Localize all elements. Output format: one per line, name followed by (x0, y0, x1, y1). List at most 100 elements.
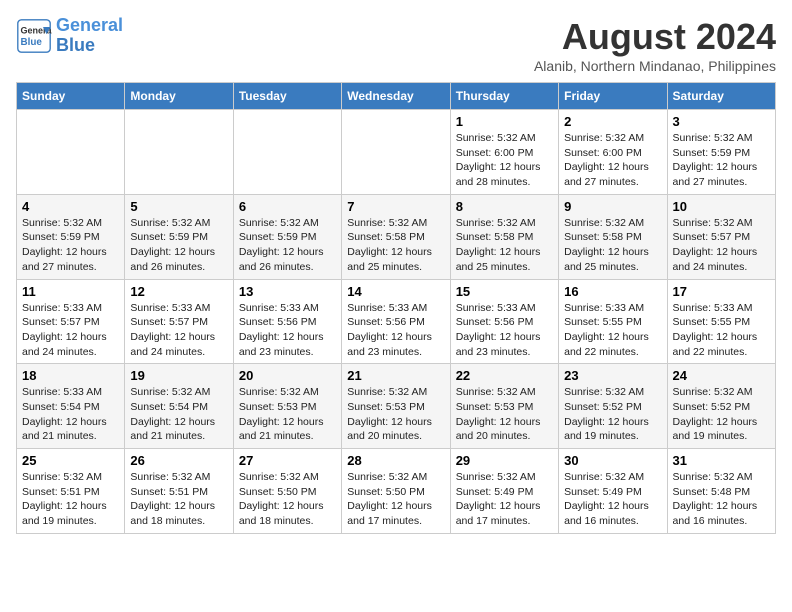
calendar-cell: 1Sunrise: 5:32 AM Sunset: 6:00 PM Daylig… (450, 110, 558, 195)
day-info: Sunrise: 5:32 AM Sunset: 5:53 PM Dayligh… (456, 385, 553, 444)
col-header-saturday: Saturday (667, 83, 775, 110)
calendar-cell: 3Sunrise: 5:32 AM Sunset: 5:59 PM Daylig… (667, 110, 775, 195)
calendar-cell: 7Sunrise: 5:32 AM Sunset: 5:58 PM Daylig… (342, 194, 450, 279)
page-header: General Blue General Blue August 2024 Al… (16, 16, 776, 74)
day-number: 25 (22, 453, 119, 468)
calendar-cell: 22 Sunrise: 5:32 AM Sunset: 5:53 PM Dayli… (450, 364, 558, 449)
day-number: 17 (673, 284, 770, 299)
day-info: Sunrise: 5:32 AM Sunset: 5:53 PM Dayligh… (347, 385, 444, 444)
calendar-cell: 8Sunrise: 5:32 AM Sunset: 5:58 PM Daylig… (450, 194, 558, 279)
day-number: 27 (239, 453, 336, 468)
day-info: Sunrise: 5:32 AM Sunset: 6:00 PM Dayligh… (564, 131, 661, 190)
day-info: Sunrise: 5:32 AM Sunset: 5:57 PM Dayligh… (673, 216, 770, 275)
day-number: 2 (564, 114, 661, 129)
calendar-cell: 9 Sunrise: 5:32 AM Sunset: 5:58 PM Daylig… (559, 194, 667, 279)
day-number: 7 (347, 199, 444, 214)
day-info: Sunrise: 5:32 AM Sunset: 5:51 PM Dayligh… (22, 470, 119, 529)
calendar-cell: 16 Sunrise: 5:33 AM Sunset: 5:55 PM Dayli… (559, 279, 667, 364)
calendar-cell: 17 Sunrise: 5:33 AM Sunset: 5:55 PM Dayli… (667, 279, 775, 364)
day-number: 11 (22, 284, 119, 299)
day-number: 12 (130, 284, 227, 299)
day-info: Sunrise: 5:33 AM Sunset: 5:57 PM Dayligh… (22, 301, 119, 360)
week-row-3: 11 Sunrise: 5:33 AM Sunset: 5:57 PM Dayli… (17, 279, 776, 364)
day-info: Sunrise: 5:32 AM Sunset: 5:51 PM Dayligh… (130, 470, 227, 529)
calendar-cell: 6Sunrise: 5:32 AM Sunset: 5:59 PM Daylig… (233, 194, 341, 279)
col-header-friday: Friday (559, 83, 667, 110)
day-number: 16 (564, 284, 661, 299)
day-info: Sunrise: 5:33 AM Sunset: 5:56 PM Dayligh… (347, 301, 444, 360)
day-info: Sunrise: 5:32 AM Sunset: 5:54 PM Dayligh… (130, 385, 227, 444)
logo-text: General Blue (56, 16, 123, 56)
day-number: 20 (239, 368, 336, 383)
day-info: Sunrise: 5:33 AM Sunset: 5:55 PM Dayligh… (673, 301, 770, 360)
calendar-cell: 24 Sunrise: 5:32 AM Sunset: 5:52 PM Dayli… (667, 364, 775, 449)
day-number: 22 (456, 368, 553, 383)
calendar-cell: 20 Sunrise: 5:32 AM Sunset: 5:53 PM Dayli… (233, 364, 341, 449)
calendar-cell: 27 Sunrise: 5:32 AM Sunset: 5:50 PM Dayli… (233, 449, 341, 534)
calendar-cell: 28 Sunrise: 5:32 AM Sunset: 5:50 PM Dayli… (342, 449, 450, 534)
day-number: 5 (130, 199, 227, 214)
day-info: Sunrise: 5:32 AM Sunset: 5:59 PM Dayligh… (673, 131, 770, 190)
col-header-thursday: Thursday (450, 83, 558, 110)
logo-icon: General Blue (16, 18, 52, 54)
calendar-cell (342, 110, 450, 195)
day-info: Sunrise: 5:33 AM Sunset: 5:55 PM Dayligh… (564, 301, 661, 360)
day-number: 31 (673, 453, 770, 468)
day-info: Sunrise: 5:33 AM Sunset: 5:57 PM Dayligh… (130, 301, 227, 360)
day-info: Sunrise: 5:32 AM Sunset: 5:50 PM Dayligh… (347, 470, 444, 529)
calendar-cell: 30 Sunrise: 5:32 AM Sunset: 5:49 PM Dayli… (559, 449, 667, 534)
day-info: Sunrise: 5:32 AM Sunset: 5:52 PM Dayligh… (673, 385, 770, 444)
day-number: 9 (564, 199, 661, 214)
week-row-5: 25 Sunrise: 5:32 AM Sunset: 5:51 PM Dayli… (17, 449, 776, 534)
day-number: 28 (347, 453, 444, 468)
day-number: 4 (22, 199, 119, 214)
subtitle: Alanib, Northern Mindanao, Philippines (534, 58, 776, 74)
day-info: Sunrise: 5:32 AM Sunset: 5:58 PM Dayligh… (564, 216, 661, 275)
calendar-cell (125, 110, 233, 195)
calendar-cell (233, 110, 341, 195)
day-info: Sunrise: 5:32 AM Sunset: 5:48 PM Dayligh… (673, 470, 770, 529)
title-block: August 2024 Alanib, Northern Mindanao, P… (534, 16, 776, 74)
calendar-cell: 12 Sunrise: 5:33 AM Sunset: 5:57 PM Dayli… (125, 279, 233, 364)
calendar-cell: 21 Sunrise: 5:32 AM Sunset: 5:53 PM Dayli… (342, 364, 450, 449)
calendar-cell: 4Sunrise: 5:32 AM Sunset: 5:59 PM Daylig… (17, 194, 125, 279)
col-header-tuesday: Tuesday (233, 83, 341, 110)
day-number: 14 (347, 284, 444, 299)
calendar-cell: 13Sunrise: 5:33 AM Sunset: 5:56 PM Dayli… (233, 279, 341, 364)
day-info: Sunrise: 5:32 AM Sunset: 5:59 PM Dayligh… (239, 216, 336, 275)
day-number: 30 (564, 453, 661, 468)
week-row-2: 4 Sunrise: 5:32 AM Sunset: 5:59 PM Daylig… (17, 194, 776, 279)
day-info: Sunrise: 5:32 AM Sunset: 5:49 PM Dayligh… (564, 470, 661, 529)
day-info: Sunrise: 5:32 AM Sunset: 5:59 PM Dayligh… (130, 216, 227, 275)
col-header-wednesday: Wednesday (342, 83, 450, 110)
col-header-sunday: Sunday (17, 83, 125, 110)
day-number: 26 (130, 453, 227, 468)
day-number: 19 (130, 368, 227, 383)
day-info: Sunrise: 5:32 AM Sunset: 6:00 PM Dayligh… (456, 131, 553, 190)
day-number: 18 (22, 368, 119, 383)
logo-line1: General (56, 15, 123, 35)
calendar-cell: 31 Sunrise: 5:32 AM Sunset: 5:48 PM Dayli… (667, 449, 775, 534)
calendar-cell: 15Sunrise: 5:33 AM Sunset: 5:56 PM Dayli… (450, 279, 558, 364)
calendar-cell (17, 110, 125, 195)
calendar-cell: 26 Sunrise: 5:32 AM Sunset: 5:51 PM Dayli… (125, 449, 233, 534)
week-row-4: 18Sunrise: 5:33 AM Sunset: 5:54 PM Dayli… (17, 364, 776, 449)
main-title: August 2024 (534, 16, 776, 58)
calendar-cell: 19 Sunrise: 5:32 AM Sunset: 5:54 PM Dayli… (125, 364, 233, 449)
calendar-cell: 11 Sunrise: 5:33 AM Sunset: 5:57 PM Dayli… (17, 279, 125, 364)
day-info: Sunrise: 5:32 AM Sunset: 5:58 PM Dayligh… (456, 216, 553, 275)
calendar-cell: 23Sunrise: 5:32 AM Sunset: 5:52 PM Dayli… (559, 364, 667, 449)
day-number: 21 (347, 368, 444, 383)
day-info: Sunrise: 5:32 AM Sunset: 5:52 PM Dayligh… (564, 385, 661, 444)
day-info: Sunrise: 5:32 AM Sunset: 5:50 PM Dayligh… (239, 470, 336, 529)
day-info: Sunrise: 5:32 AM Sunset: 5:53 PM Dayligh… (239, 385, 336, 444)
col-header-monday: Monday (125, 83, 233, 110)
week-row-1: 1Sunrise: 5:32 AM Sunset: 6:00 PM Daylig… (17, 110, 776, 195)
calendar-cell: 5 Sunrise: 5:32 AM Sunset: 5:59 PM Daylig… (125, 194, 233, 279)
logo: General Blue General Blue (16, 16, 123, 56)
calendar-cell: 2 Sunrise: 5:32 AM Sunset: 6:00 PM Daylig… (559, 110, 667, 195)
day-number: 24 (673, 368, 770, 383)
day-info: Sunrise: 5:33 AM Sunset: 5:56 PM Dayligh… (456, 301, 553, 360)
calendar-cell: 29Sunrise: 5:32 AM Sunset: 5:49 PM Dayli… (450, 449, 558, 534)
calendar-cell: 14 Sunrise: 5:33 AM Sunset: 5:56 PM Dayli… (342, 279, 450, 364)
